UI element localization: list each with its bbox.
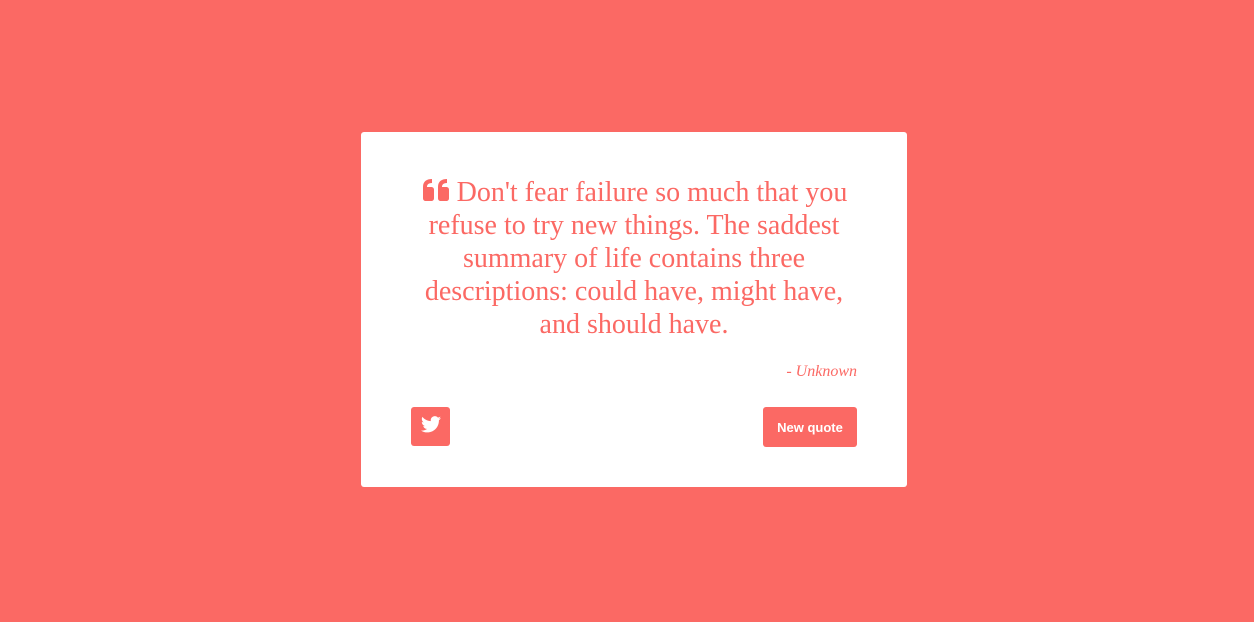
quote-left-icon xyxy=(421,179,451,201)
quote-text: Don't fear failure so much that you refu… xyxy=(424,177,848,340)
tweet-quote-button[interactable] xyxy=(411,407,450,446)
quote-author: - Unknown xyxy=(786,363,857,380)
quote-text-block: Don't fear failure so much that you refu… xyxy=(411,176,857,341)
quote-box: Don't fear failure so much that you refu… xyxy=(361,132,907,487)
twitter-icon xyxy=(420,415,441,438)
new-quote-button[interactable]: New quote xyxy=(763,407,857,447)
action-buttons: New quote xyxy=(411,407,857,447)
